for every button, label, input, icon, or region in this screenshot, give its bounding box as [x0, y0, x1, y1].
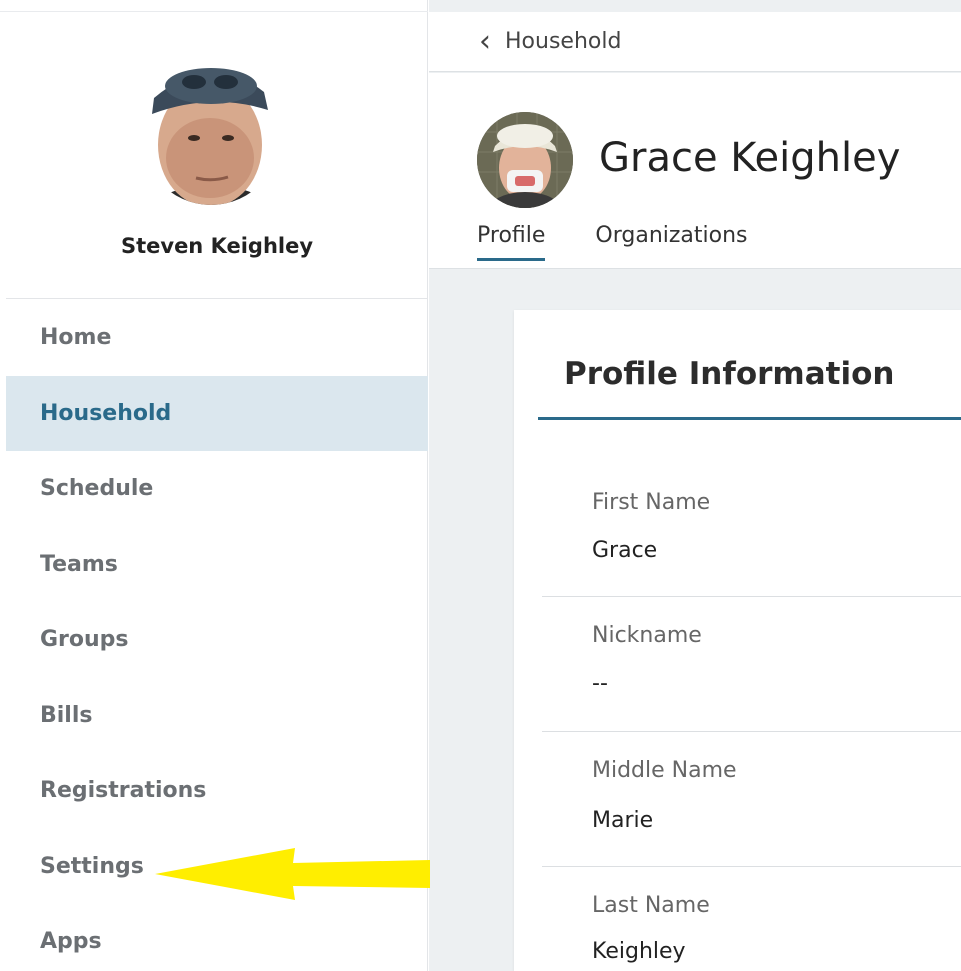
sidebar-item-teams[interactable]: Teams — [6, 527, 428, 603]
sidebar-top-divider — [0, 0, 428, 12]
yellow-arrow-annotation-icon — [155, 848, 430, 900]
sidebar-item-schedule[interactable]: Schedule — [6, 451, 428, 527]
user-avatar[interactable] — [136, 40, 286, 205]
chevron-left-icon[interactable]: ‹ — [479, 26, 491, 57]
field-label: Last Name — [592, 893, 710, 918]
user-name: Steven Keighley — [120, 234, 314, 258]
member-header: Grace Keighley Profile Organizations — [429, 73, 961, 269]
member-tabs: Profile Organizations — [477, 223, 798, 261]
member-name: Grace Keighley — [599, 135, 901, 181]
field-last-name: Last Name Keighley — [542, 867, 961, 971]
card-title: Profile Information — [564, 356, 895, 392]
tab-organizations[interactable]: Organizations — [595, 223, 747, 261]
sidebar-item-apps[interactable]: Apps — [6, 904, 428, 971]
field-label: Nickname — [592, 623, 702, 648]
sidebar: Steven Keighley Home Household Schedule … — [0, 0, 428, 971]
sidebar-item-household[interactable]: Household — [6, 375, 428, 451]
user-profile-block: Steven Keighley — [6, 12, 428, 299]
sidebar-item-home[interactable]: Home — [6, 300, 428, 376]
field-label: Middle Name — [592, 758, 737, 783]
sidebar-item-bills[interactable]: Bills — [6, 678, 428, 754]
breadcrumb: ‹ Household — [429, 12, 961, 72]
field-value: Grace — [592, 538, 658, 563]
field-value: Marie — [592, 808, 654, 833]
breadcrumb-household-link[interactable]: Household — [505, 29, 621, 54]
sidebar-item-registrations[interactable]: Registrations — [6, 753, 428, 829]
member-avatar[interactable] — [477, 112, 573, 208]
profile-information-card: Profile Information First Name Grace Nic… — [514, 310, 961, 971]
field-first-name: First Name Grace — [542, 420, 961, 597]
main-content: ‹ Household Grace Keighley Profile Organ… — [429, 0, 961, 971]
tab-profile[interactable]: Profile — [477, 223, 546, 261]
field-value: -- — [592, 671, 608, 696]
sidebar-item-groups[interactable]: Groups — [6, 602, 428, 678]
field-nickname: Nickname -- — [542, 597, 961, 732]
field-middle-name: Middle Name Marie — [542, 732, 961, 867]
field-label: First Name — [592, 490, 711, 515]
field-value: Keighley — [592, 939, 686, 964]
